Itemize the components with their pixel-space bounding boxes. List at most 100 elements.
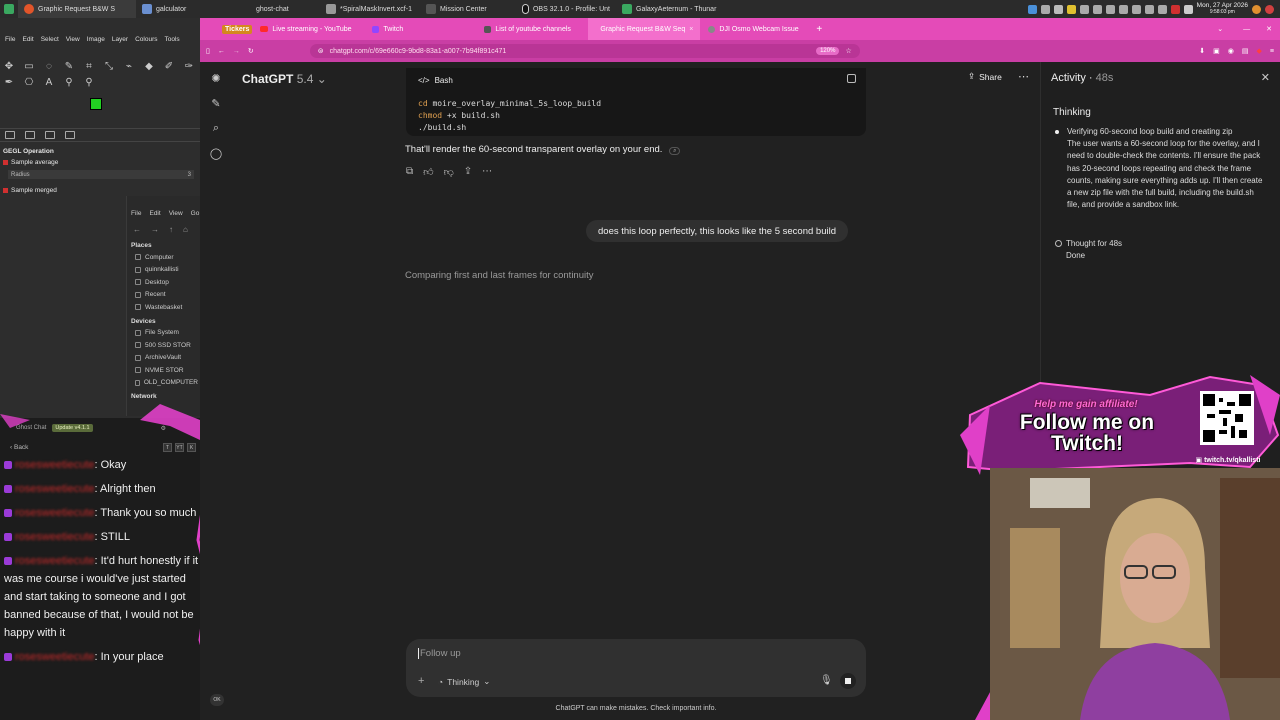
tray-icon[interactable] — [1079, 4, 1089, 14]
sidebar-item-drive[interactable]: 500 SSD STOR — [127, 339, 202, 352]
thunar-menu-item[interactable]: File — [131, 210, 141, 217]
thunar-menu-item[interactable]: View — [169, 210, 183, 217]
crop-icon[interactable]: ⌗ — [82, 60, 96, 74]
home-icon[interactable]: ⌂ — [183, 225, 188, 234]
sidebar-item-drive[interactable]: ArchiveVault — [127, 352, 202, 365]
list-tabs-icon[interactable]: ⌄ — [1217, 25, 1223, 33]
tray-icon[interactable] — [1105, 4, 1115, 14]
sidebar-item-desktop[interactable]: Desktop — [127, 276, 202, 289]
warp-icon[interactable]: ⌁ — [122, 60, 136, 74]
tray-icon[interactable] — [1131, 4, 1141, 14]
gimp-menu-item[interactable]: Edit — [22, 36, 33, 43]
codex-icon[interactable]: ◯ — [210, 147, 222, 160]
up-arrow-icon[interactable]: ↑ — [169, 225, 173, 234]
rect-select-icon[interactable]: ▭ — [22, 60, 36, 74]
tab-chatgpt[interactable]: Graphic Request B&W Seq × — [588, 18, 701, 40]
volume-icon[interactable] — [1183, 4, 1193, 14]
paths-icon[interactable]: ✒ — [2, 76, 16, 90]
tray-icon[interactable] — [1118, 4, 1128, 14]
search-icon[interactable]: ⌕ — [213, 122, 219, 135]
fuzzy-select-icon[interactable]: ✎ — [62, 60, 76, 74]
transform-icon[interactable]: ⤡ — [102, 60, 116, 74]
new-tab-icon[interactable]: + — [816, 24, 822, 35]
gimp-menu-item[interactable]: Colours — [135, 36, 157, 43]
back-arrow-icon[interactable]: ← — [218, 48, 225, 55]
sidebar-item-recent[interactable]: Recent — [127, 289, 202, 302]
undo-history-tab-icon[interactable] — [45, 131, 55, 139]
clock[interactable]: Mon, 27 Apr 2026 9:58:03 pm — [1197, 2, 1248, 16]
reload-icon[interactable]: ↻ — [248, 47, 254, 55]
sidebar-item-computer[interactable]: Computer — [127, 251, 202, 264]
close-tab-icon[interactable]: × — [689, 26, 693, 33]
power-icon[interactable] — [1265, 4, 1274, 14]
more-options-icon[interactable]: ⋯ — [482, 166, 492, 178]
sidebar-item-home[interactable]: quinnkallisti — [127, 264, 202, 277]
zoom-indicator[interactable]: 120% — [816, 47, 840, 55]
device-status-tab-icon[interactable] — [25, 131, 35, 139]
copy-icon[interactable]: ⧉ — [406, 166, 413, 178]
tray-icon[interactable] — [1066, 4, 1076, 14]
youtube-source-button[interactable]: YT — [175, 442, 184, 452]
new-chat-icon[interactable]: ✎ — [211, 97, 220, 110]
tray-icon[interactable] — [1027, 4, 1037, 14]
taskbar-item-obs[interactable]: OBS 32.1.0 - Profile: Unt — [516, 0, 616, 18]
back-button[interactable]: ‹ Back — [10, 444, 28, 451]
citation-icon[interactable]: ⌕ — [669, 147, 681, 155]
sidebar-item-file-system[interactable]: File System — [127, 327, 202, 340]
text-tool-icon[interactable]: A — [42, 76, 56, 90]
tab-dji[interactable]: DJI Osmo Webcam Issue — [700, 18, 812, 40]
stop-button[interactable] — [840, 673, 856, 689]
color-picker-icon[interactable]: ⚲ — [62, 76, 76, 90]
close-window-icon[interactable]: ✕ — [1266, 25, 1272, 33]
zoom-tool-icon[interactable]: ⚲ — [82, 76, 96, 90]
twitch-source-button[interactable]: T — [163, 442, 172, 452]
weather-icon[interactable] — [1252, 4, 1261, 14]
thinking-mode-button[interactable]: ◔ Thinking ⌄ — [438, 676, 490, 687]
share-button[interactable]: ⇪ Share — [968, 71, 1002, 82]
extension-icon[interactable]: ◆ — [1257, 47, 1262, 55]
thumbs-up-icon[interactable]: 👍︎ — [423, 166, 433, 178]
taskbar-item-ghost-chat[interactable]: ghost-chat — [236, 0, 320, 18]
prompt-input[interactable]: Follow up — [418, 648, 461, 659]
tray-icon[interactable] — [1144, 4, 1154, 14]
sidebar-item-drive[interactable]: NVME STOR — [127, 364, 202, 377]
taskbar-item-thunar[interactable]: GalaxyAeternum - Thunar — [616, 0, 726, 18]
sidebar-toggle-icon[interactable]: ▯ — [206, 47, 210, 55]
tab-youtube-channels[interactable]: List of youtube channels — [476, 18, 588, 40]
downloads-icon[interactable]: ⬇ — [1199, 47, 1205, 55]
move-tool-icon[interactable]: ✥ — [2, 60, 16, 74]
model-selector[interactable]: ChatGPT 5.4 ⌄ — [242, 72, 327, 86]
lasso-icon[interactable]: ◌ — [42, 60, 56, 74]
gimp-menu-item[interactable]: Image — [87, 36, 105, 43]
paintbrush-icon[interactable]: ✐ — [162, 60, 176, 74]
ok-button[interactable]: OK — [210, 694, 224, 706]
gimp-menu-item[interactable]: Select — [41, 36, 59, 43]
forward-arrow-icon[interactable]: → — [151, 225, 159, 234]
add-attachment-icon[interactable]: + — [418, 675, 424, 687]
sample-average-checkbox[interactable]: Sample average — [0, 157, 200, 168]
copy-code-icon[interactable] — [847, 74, 856, 83]
close-icon[interactable]: ✕ — [1261, 71, 1270, 84]
extension-icon[interactable]: ◉ — [1228, 47, 1234, 55]
thumbs-down-icon[interactable]: 👎︎ — [444, 166, 454, 178]
thunar-menu-item[interactable]: Go — [191, 210, 200, 217]
taskbar-item-mission-center[interactable]: Mission Center — [420, 0, 516, 18]
microphone-icon[interactable] — [1170, 4, 1180, 14]
address-bar[interactable]: ⊜ chatgpt.com/c/69e660c9-9bd8-83a1-a007-… — [309, 44, 860, 58]
microphone-icon[interactable]: 🎙︎ — [820, 675, 833, 686]
tray-icon[interactable] — [1092, 4, 1102, 14]
bookmark-star-icon[interactable]: ☆ — [845, 47, 851, 55]
taskbar-item-galculator[interactable]: galculator — [136, 0, 236, 18]
tool-options-tab-icon[interactable] — [5, 131, 15, 139]
kick-source-button[interactable]: K — [187, 442, 196, 452]
images-tab-icon[interactable] — [65, 131, 75, 139]
bucket-icon[interactable]: ◆ — [142, 60, 156, 74]
tray-icon[interactable] — [1053, 4, 1063, 14]
gimp-menu-item[interactable]: Tools — [165, 36, 180, 43]
taskbar-item-gimp[interactable]: *SpiralMaskInvert.xcf-1 — [320, 0, 420, 18]
extension-icon[interactable]: ▤ — [1242, 47, 1249, 55]
sample-merged-checkbox[interactable]: Sample merged — [0, 185, 200, 196]
taskbar-app-menu[interactable] — [0, 0, 18, 18]
more-options-icon[interactable]: ⋯ — [1018, 70, 1029, 83]
tab-youtube[interactable]: Live streaming - YouTube — [252, 18, 364, 40]
